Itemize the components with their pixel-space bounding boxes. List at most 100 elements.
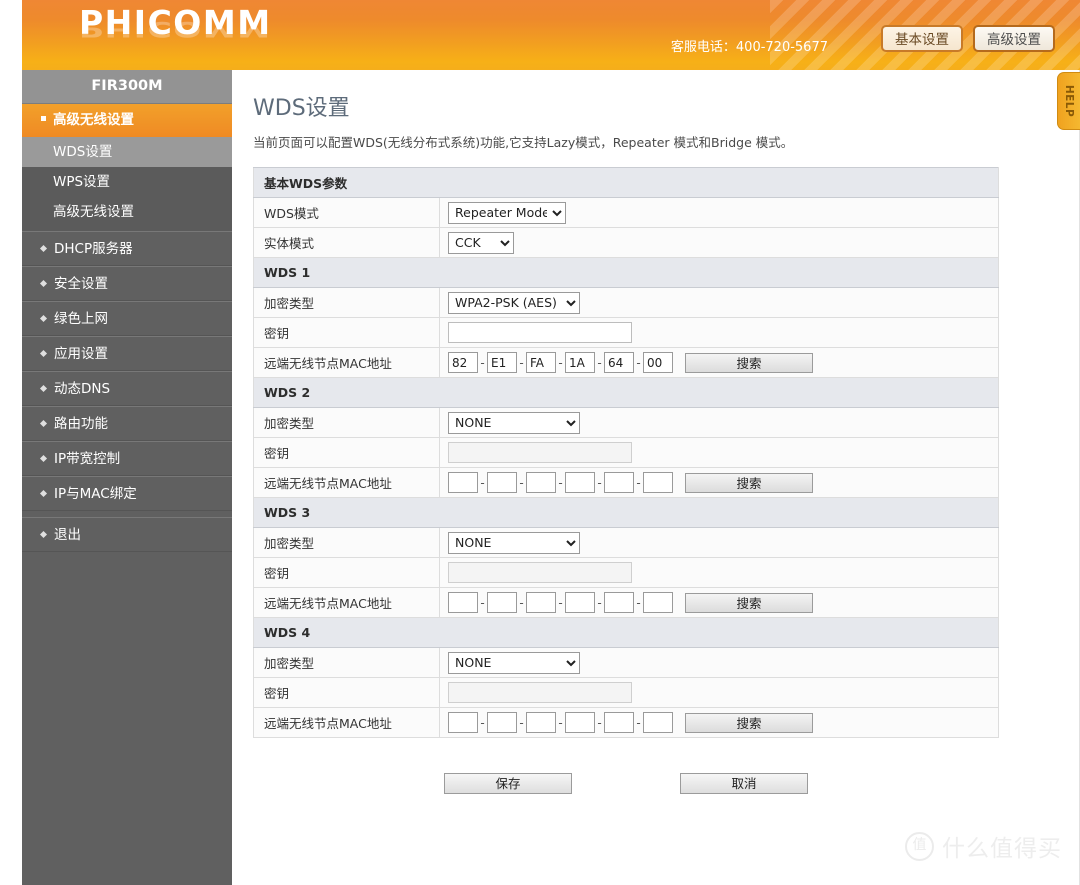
mac-separator: - [597, 475, 602, 490]
sidebar-group-advanced-wireless[interactable]: 高级无线设置 [22, 104, 232, 137]
row-wds-mode: WDS模式 DisableLazy ModeBridge ModeRepeate… [253, 197, 999, 228]
mac-label: 远端无线节点MAC地址 [253, 587, 440, 618]
key-input-wds-1[interactable] [448, 322, 632, 343]
phicomm-logo-reflection: PHICOMM [79, 16, 272, 42]
mac-octet-5-wds-3[interactable] [604, 592, 634, 613]
encryption-cell: NONEWEPTKIPAESWPA2-PSK (AES)WPA2-PSK (TK… [439, 287, 999, 318]
mac-octet-2-wds-3[interactable] [487, 592, 517, 613]
phy-mode-cell: CCKOFDMHTMIXGREENFIELD [439, 227, 999, 258]
mac-octet-3-wds-4[interactable] [526, 712, 556, 733]
encryption-select-wds-4[interactable]: NONEWEPTKIPAESWPA2-PSK (AES)WPA2-PSK (TK… [448, 651, 580, 674]
mac-octet-1-wds-1[interactable] [448, 352, 478, 373]
main-content: WDS设置 当前页面可以配置WDS(无线分布式系统)功能,它支持Lazy模式，R… [232, 70, 1080, 885]
mac-octet-4-wds-3[interactable] [565, 592, 595, 613]
encryption-label: 加密类型 [253, 287, 440, 318]
encryption-select-wds-1[interactable]: NONEWEPTKIPAESWPA2-PSK (AES)WPA2-PSK (TK… [448, 291, 580, 314]
cancel-button[interactable]: 取消 [680, 773, 808, 794]
mac-octet-2-wds-1[interactable] [487, 352, 517, 373]
mac-label: 远端无线节点MAC地址 [253, 707, 440, 738]
row-key-wds-3: 密钥 [253, 557, 999, 588]
mac-separator: - [636, 595, 641, 610]
mac-octet-6-wds-2[interactable] [643, 472, 673, 493]
encryption-select-wds-3[interactable]: NONEWEPTKIPAESWPA2-PSK (AES)WPA2-PSK (TK… [448, 531, 580, 554]
key-label: 密钥 [253, 437, 440, 468]
search-button-wds-3[interactable]: 搜索 [685, 592, 813, 613]
sidebar-item-logout[interactable]: 退出 [22, 517, 232, 552]
mac-cell: - - - - - 搜索 [439, 467, 999, 498]
mac-label: 远端无线节点MAC地址 [253, 467, 440, 498]
key-cell [439, 677, 999, 708]
sidebar-item-application-settings[interactable]: 应用设置 [22, 336, 232, 371]
diamond-bullet-icon [39, 489, 48, 498]
diamond-bullet-icon [39, 244, 48, 253]
mac-separator: - [519, 595, 524, 610]
mac-octet-5-wds-2[interactable] [604, 472, 634, 493]
search-button-wds-1[interactable]: 搜索 [685, 352, 813, 373]
mac-separator: - [519, 355, 524, 370]
mac-separator: - [636, 355, 641, 370]
sidebar-item-wps-settings[interactable]: WPS设置 [22, 167, 232, 197]
diamond-bullet-icon [39, 454, 48, 463]
mac-octet-6-wds-4[interactable] [643, 712, 673, 733]
section-header-wds-4: WDS 4 [253, 617, 999, 648]
row-mac-wds-3: 远端无线节点MAC地址 - - - - - 搜索 [253, 587, 999, 618]
mac-octet-6-wds-1[interactable] [643, 352, 673, 373]
section-title: WDS 2 [253, 377, 999, 408]
sidebar-group-label: 高级无线设置 [53, 112, 134, 128]
help-tab[interactable]: HELP [1057, 72, 1080, 130]
mac-octet-1-wds-4[interactable] [448, 712, 478, 733]
mac-octet-4-wds-2[interactable] [565, 472, 595, 493]
mac-octet-5-wds-1[interactable] [604, 352, 634, 373]
key-input-wds-3[interactable] [448, 562, 632, 583]
mac-octet-2-wds-4[interactable] [487, 712, 517, 733]
phy-mode-label: 实体模式 [253, 227, 440, 258]
diamond-bullet-icon [39, 279, 48, 288]
mac-octet-1-wds-3[interactable] [448, 592, 478, 613]
section-header-basic: 基本WDS参数 [253, 167, 999, 198]
row-key-wds-2: 密钥 [253, 437, 999, 468]
mac-octet-3-wds-2[interactable] [526, 472, 556, 493]
search-button-wds-2[interactable]: 搜索 [685, 472, 813, 493]
wds-mode-select[interactable]: DisableLazy ModeBridge ModeRepeater Mode [448, 201, 566, 224]
sidebar-item-dynamic-dns[interactable]: 动态DNS [22, 371, 232, 406]
sidebar-item-routing[interactable]: 路由功能 [22, 406, 232, 441]
mac-octet-4-wds-4[interactable] [565, 712, 595, 733]
mac-separator: - [597, 355, 602, 370]
mac-octet-5-wds-4[interactable] [604, 712, 634, 733]
mac-octet-3-wds-3[interactable] [526, 592, 556, 613]
key-input-wds-4[interactable] [448, 682, 632, 703]
search-button-wds-4[interactable]: 搜索 [685, 712, 813, 733]
mac-separator: - [597, 595, 602, 610]
sidebar-item-dhcp-server[interactable]: DHCP服务器 [22, 231, 232, 266]
encryption-cell: NONEWEPTKIPAESWPA2-PSK (AES)WPA2-PSK (TK… [439, 647, 999, 678]
section-header-wds-2: WDS 2 [253, 377, 999, 408]
sidebar-item-security-settings[interactable]: 安全设置 [22, 266, 232, 301]
save-button[interactable]: 保存 [444, 773, 572, 794]
key-input-wds-2[interactable] [448, 442, 632, 463]
sidebar-item-advanced-wireless[interactable]: 高级无线设置 [22, 197, 232, 227]
mac-separator: - [558, 595, 563, 610]
mac-separator: - [519, 475, 524, 490]
row-key-wds-1: 密钥 [253, 317, 999, 348]
mac-octet-6-wds-3[interactable] [643, 592, 673, 613]
encryption-select-wds-2[interactable]: NONEWEPTKIPAESWPA2-PSK (AES)WPA2-PSK (TK… [448, 411, 580, 434]
row-encryption-wds-3: 加密类型 NONEWEPTKIPAESWPA2-PSK (AES)WPA2-PSK… [253, 527, 999, 558]
row-mac-wds-4: 远端无线节点MAC地址 - - - - - 搜索 [253, 707, 999, 738]
sidebar-item-ip-bandwidth-control[interactable]: IP带宽控制 [22, 441, 232, 476]
sidebar-item-green-internet[interactable]: 绿色上网 [22, 301, 232, 336]
form-action-buttons: 保存 取消 [232, 773, 1020, 794]
mac-octet-1-wds-2[interactable] [448, 472, 478, 493]
mac-octet-2-wds-2[interactable] [487, 472, 517, 493]
advanced-settings-button[interactable]: 高级设置 [973, 25, 1055, 52]
sidebar-item-label: 绿色上网 [54, 311, 108, 327]
mac-octet-4-wds-1[interactable] [565, 352, 595, 373]
phy-mode-select[interactable]: CCKOFDMHTMIXGREENFIELD [448, 231, 514, 254]
wds-table-body: 基本WDS参数 WDS模式 DisableLazy ModeBridge Mod… [253, 167, 999, 738]
mac-label: 远端无线节点MAC地址 [253, 347, 440, 378]
sidebar-item-wds-settings[interactable]: WDS设置 [22, 137, 232, 167]
basic-settings-button[interactable]: 基本设置 [881, 25, 963, 52]
sidebar-item-ip-mac-binding[interactable]: IP与MAC绑定 [22, 476, 232, 511]
page-description: 当前页面可以配置WDS(无线分布式系统)功能,它支持Lazy模式，Repeate… [253, 135, 794, 150]
mac-octet-3-wds-1[interactable] [526, 352, 556, 373]
row-mac-wds-1: 远端无线节点MAC地址 - - - - - 搜索 [253, 347, 999, 378]
